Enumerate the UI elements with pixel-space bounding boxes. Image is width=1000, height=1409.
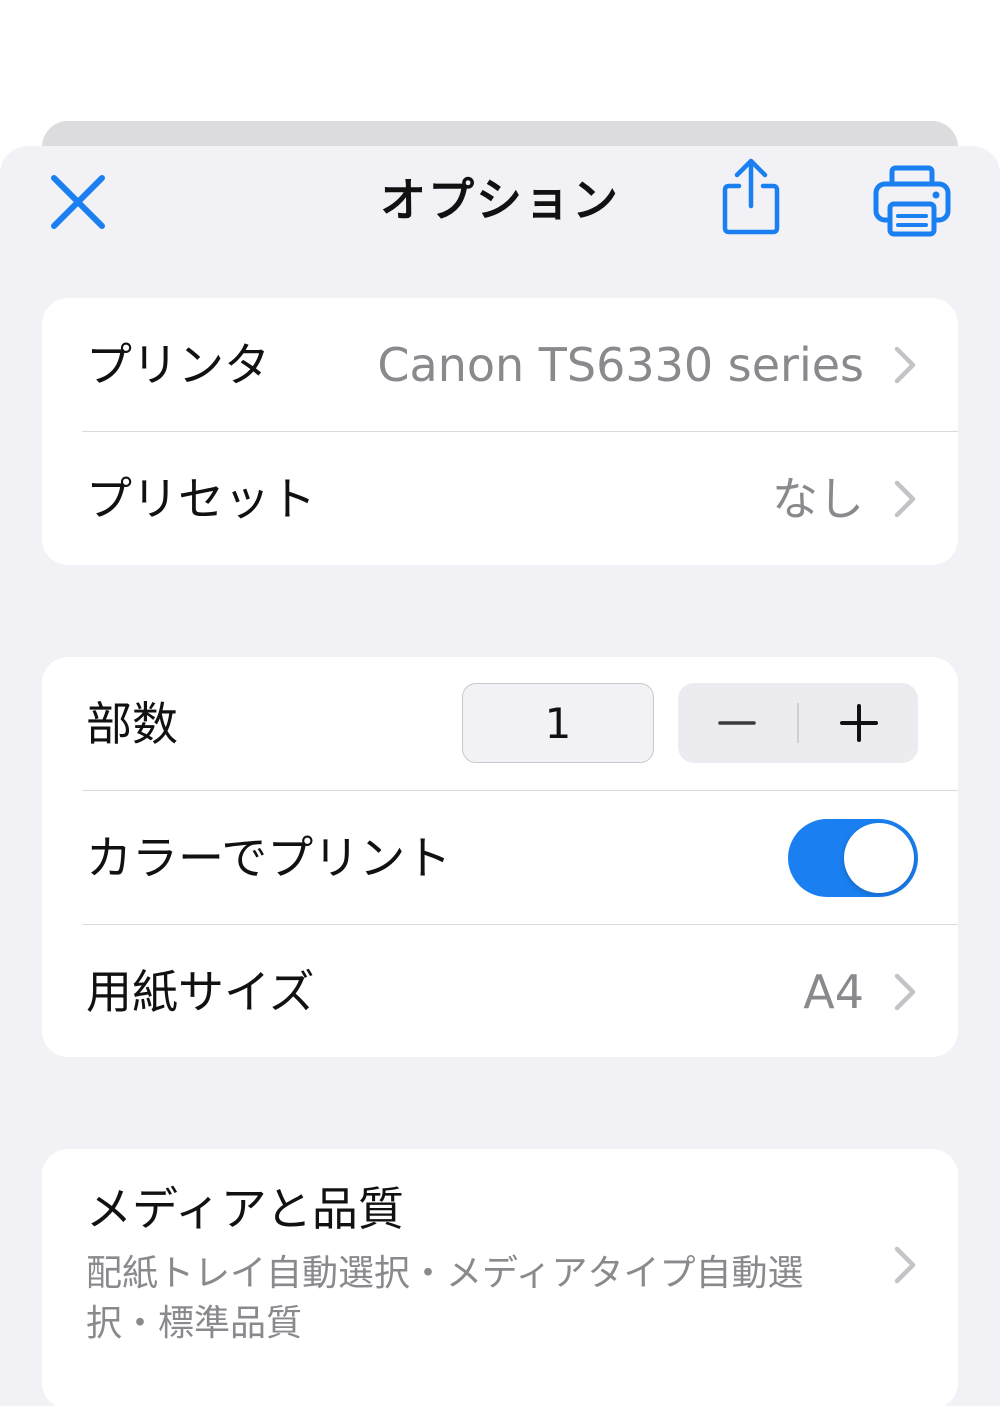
paper-size-row[interactable]: 用紙サイズ A4 bbox=[42, 925, 958, 1057]
paper-size-label: 用紙サイズ bbox=[86, 965, 315, 1019]
page-title: オプション bbox=[380, 173, 620, 227]
printer-icon bbox=[873, 165, 951, 237]
copies-stepper bbox=[678, 683, 918, 763]
preset-label: プリセット bbox=[86, 472, 316, 526]
share-icon bbox=[722, 158, 780, 235]
close-icon bbox=[51, 175, 105, 229]
copies-label: 部数 bbox=[86, 697, 178, 751]
stepper-divider bbox=[797, 703, 799, 743]
copies-input[interactable]: 1 bbox=[462, 683, 654, 763]
minus-icon bbox=[718, 721, 756, 725]
chevron-right-icon bbox=[894, 480, 916, 518]
print-options-group: 部数 1 カラーでプリント 用紙サイズ A4 bbox=[42, 657, 958, 1057]
toggle-knob bbox=[844, 823, 914, 893]
media-quality-group[interactable]: メディアと品質 配紙トレイ自動選択・メディアタイプ自動選択・標準品質 bbox=[42, 1149, 958, 1409]
printer-label: プリンタ bbox=[86, 338, 270, 392]
share-button[interactable] bbox=[712, 154, 790, 238]
chevron-right-icon bbox=[894, 1246, 916, 1284]
paper-size-value: A4 bbox=[803, 965, 864, 1019]
increment-button[interactable] bbox=[800, 683, 918, 763]
printer-value: Canon TS6330 series bbox=[377, 338, 864, 392]
preset-row[interactable]: プリセット なし bbox=[42, 432, 958, 565]
print-button[interactable] bbox=[868, 158, 956, 242]
printer-settings-group: プリンタ Canon TS6330 series プリセット なし bbox=[42, 298, 958, 565]
close-button[interactable] bbox=[40, 164, 116, 240]
color-print-toggle[interactable] bbox=[788, 819, 918, 897]
plus-icon bbox=[840, 704, 878, 742]
copies-row: 部数 1 bbox=[42, 657, 958, 791]
color-print-row: カラーでプリント bbox=[42, 791, 958, 925]
media-quality-title: メディアと品質 bbox=[86, 1182, 404, 1236]
media-quality-summary: 配紙トレイ自動選択・メディアタイプ自動選択・標準品質 bbox=[86, 1253, 804, 1344]
color-print-label: カラーでプリント bbox=[86, 831, 452, 885]
chevron-right-icon bbox=[894, 346, 916, 384]
decrement-button[interactable] bbox=[678, 683, 796, 763]
preset-value: なし bbox=[772, 472, 864, 526]
printer-row[interactable]: プリンタ Canon TS6330 series bbox=[42, 298, 958, 432]
chevron-right-icon bbox=[894, 973, 916, 1011]
